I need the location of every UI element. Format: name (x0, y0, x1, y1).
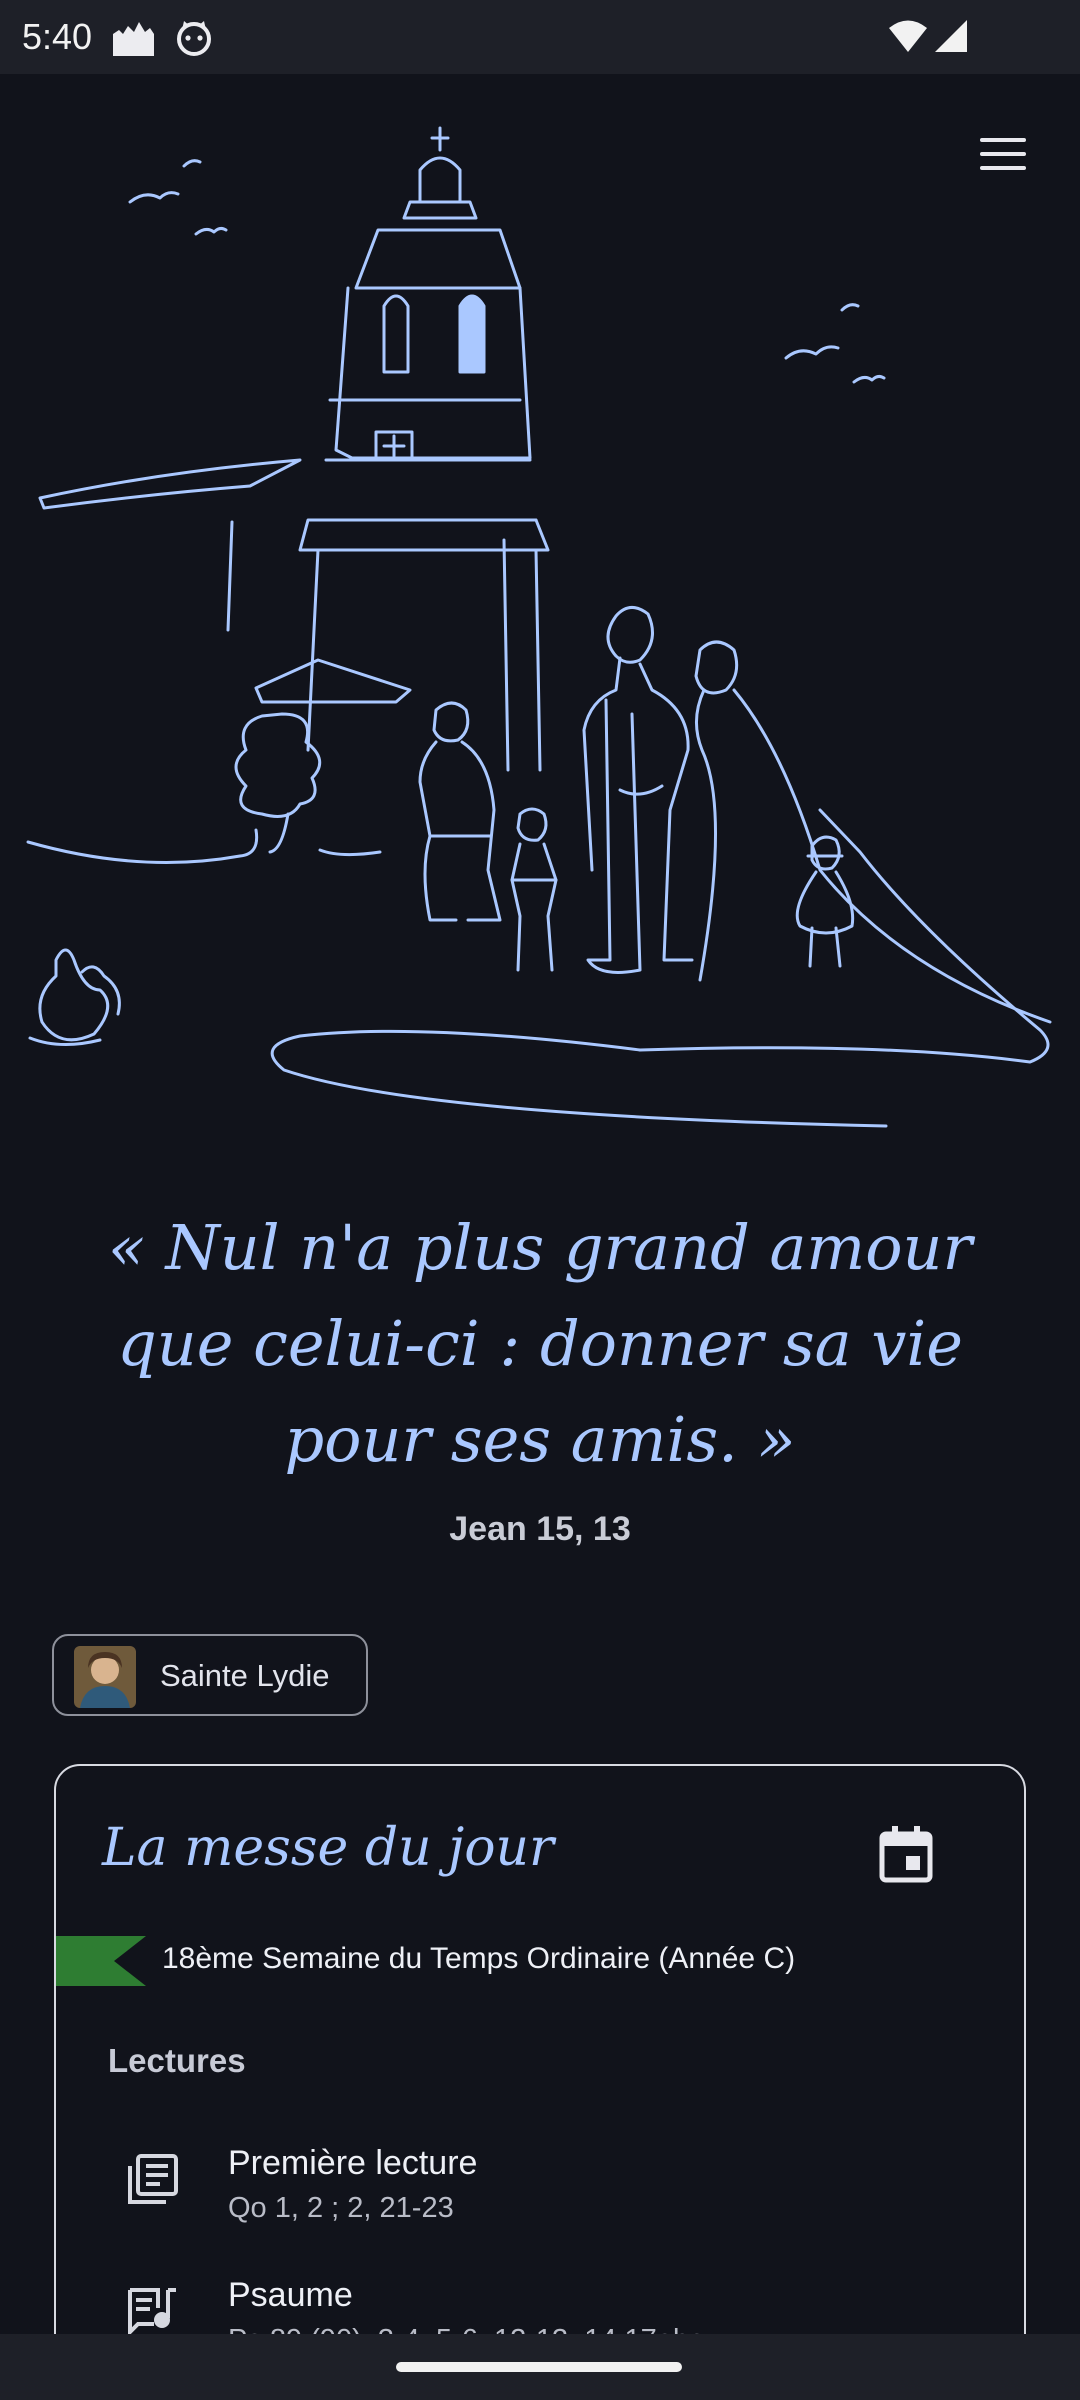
home-gesture-handle[interactable] (396, 2362, 682, 2372)
liturgical-season: 18ème Semaine du Temps Ordinaire (Année … (162, 1942, 796, 1975)
reading-title: Première lecture (228, 2144, 478, 2182)
readings-section-label: Lectures (108, 2042, 246, 2079)
cellular-signal-icon (935, 20, 967, 52)
reading-reference: Qo 1, 2 ; 2, 21-23 (228, 2192, 454, 2224)
daily-quote: « Nul n'a plus grand amour que celui-ci … (107, 1211, 973, 1476)
castle-notification-icon (113, 22, 154, 56)
saint-avatar (74, 1646, 136, 1708)
quote-reference: Jean 15, 13 (449, 1510, 631, 1548)
calendar-icon[interactable] (878, 1824, 934, 1884)
cat-face-icon (177, 21, 211, 56)
status-bar: 5:40 (0, 0, 1080, 74)
reading-icon (128, 2154, 178, 2204)
card-title: La messe du jour (102, 1818, 554, 1878)
saint-name: Sainte Lydie (160, 1658, 330, 1693)
saint-of-the-day-chip[interactable]: Sainte Lydie (52, 1634, 368, 1716)
wifi-icon (889, 20, 927, 52)
reading-title: Psaume (228, 2276, 353, 2314)
mass-of-the-day-card: La messe du jour 18ème Semaine du Temps … (54, 1764, 1026, 2400)
status-time: 5:40 (22, 16, 93, 57)
reading-item-first[interactable]: Première lecture Qo 1, 2 ; 2, 21-23 (56, 2138, 1028, 2248)
psalm-icon (128, 2288, 176, 2337)
church-wedding-illustration (26, 126, 1052, 1128)
system-navigation-bar (0, 2334, 1080, 2400)
liturgical-color-flag (56, 1936, 146, 1986)
